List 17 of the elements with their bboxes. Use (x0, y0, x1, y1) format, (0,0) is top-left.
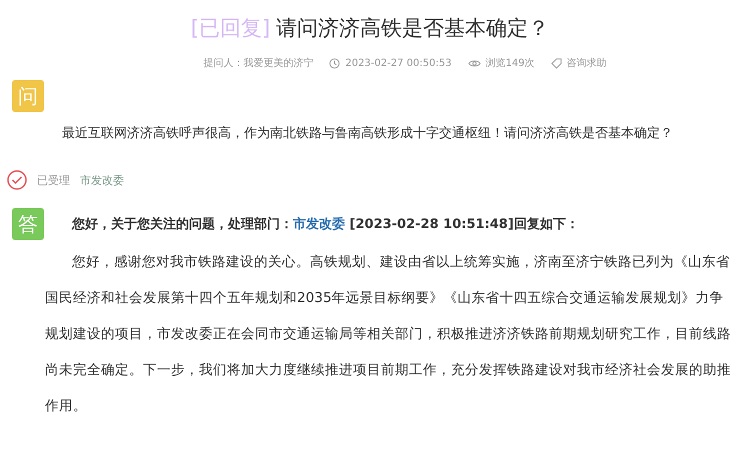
eye-icon (468, 58, 481, 68)
status-text: 已受理 (37, 172, 70, 188)
meta-text: 2023-02-27 00:50:53 (345, 58, 452, 68)
tag-icon (550, 58, 562, 68)
status-label: [已回复] (190, 16, 270, 40)
meta-text: 浏览149次 (486, 56, 535, 70)
department-link[interactable]: 市发改委 (293, 217, 345, 232)
meta-text: 咨询求助 (566, 56, 607, 70)
question-text: 最近互联网济济高铁呼声很高，作为南北铁路与鲁南高铁形成十字交通枢纽！请问济济高铁是否基本确定？ (62, 125, 674, 142)
answer-text: 您好，感谢您对我市铁路建设的关心。高铁规划、建设由省以上统筹实施，济南至济宁铁路已列为《山东省国民经济和社会发展第十四个五年规划和2035年远景目标纲要》《山东省十四五综合交通运输发展规划》力争规划建设的项目，市发改委正在会同市交通运输局等相关部门，积极推进济济铁路前期规划研究工作，目前线路尚未完全确定。下一步，我们将加大力度继续推进项目前期工作，充分发挥铁路建设对我市经济社会发展的助推作用。 (45, 253, 732, 416)
department-text: 市发改委 (80, 172, 124, 188)
answer-badge: 答 (12, 208, 44, 240)
answer-heading: 您好，关于您关注的问题，处理部门：市发改委 [2023-02-28 10:51:48]回复如下： (72, 216, 579, 233)
clock-icon (329, 58, 340, 68)
question-badge: 问 (12, 80, 44, 112)
meta-text: 提问人：我爱更美的济宁 (203, 56, 314, 70)
question-title: 请问济济高铁是否基本确定？ (276, 16, 550, 40)
